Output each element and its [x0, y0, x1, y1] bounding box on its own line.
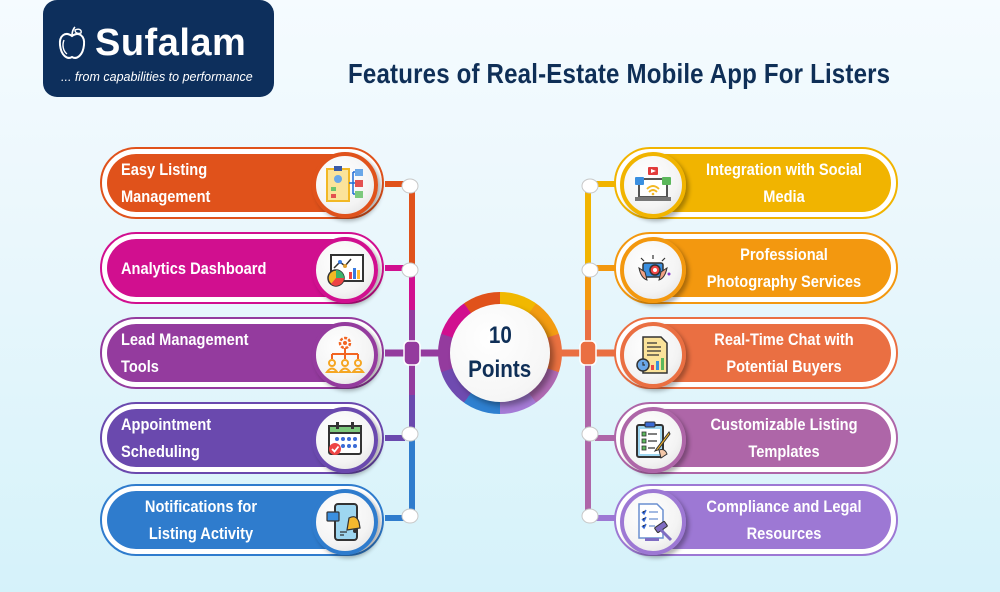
legal-document-gavel-icon — [638, 503, 673, 542]
feature-label: Customizable Listing Templates — [710, 415, 858, 461]
points-label: Points — [468, 356, 532, 383]
right-junction — [579, 340, 597, 366]
feature-label: Easy Listing Management — [121, 160, 211, 206]
camera-photography-icon — [638, 255, 671, 281]
feature-label: Appointment Scheduling — [121, 415, 212, 461]
feature-icon-circle — [312, 489, 378, 555]
feature-pill-integration-with-social-media: Integration with Social Media — [614, 147, 898, 219]
feature-icon-circle — [620, 152, 686, 218]
feature-pill-compliance-and-legal-resources: Compliance and Legal Resources — [614, 484, 898, 556]
feature-icon-circle — [312, 237, 378, 303]
feature-pill-analytics-dashboard: Analytics Dashboard — [100, 232, 384, 304]
feature-icon-circle — [620, 322, 686, 388]
calendar-icon — [328, 422, 362, 455]
center-core: 10 Points — [450, 304, 550, 402]
feature-label: Analytics Dashboard — [121, 258, 267, 278]
points-count: 10 — [488, 322, 512, 349]
feature-pill-real-time-chat-with-potential-buyers: Real-Time Chat with Potential Buyers — [614, 317, 898, 389]
left-junction — [403, 340, 421, 366]
feature-label: Notifications for Listing Activity — [144, 497, 258, 543]
clipboard-checklist-icon — [636, 421, 671, 459]
feature-pill-customizable-listing-templates: Customizable Listing Templates — [614, 402, 898, 474]
feature-icon-circle — [620, 489, 686, 555]
feature-pill-appointment-scheduling: Appointment Scheduling — [100, 402, 384, 474]
lead-management-icon — [325, 336, 365, 373]
feature-label: Compliance and Legal Resources — [706, 497, 862, 543]
social-media-laptop-icon — [635, 167, 671, 201]
feature-pill-notifications-for-listing-activity: Notifications for Listing Activity — [100, 484, 384, 556]
feature-icon-circle — [312, 322, 378, 388]
feature-label: Real-Time Chat with Potential Buyers — [714, 330, 854, 376]
listing-management-icon — [326, 166, 363, 202]
feature-label: Integration with Social Media — [706, 160, 862, 206]
analytics-dashboard-icon — [327, 254, 364, 287]
center-points-badge: 10 Points — [438, 292, 562, 414]
feature-pill-lead-management-tools: Lead Management Tools — [100, 317, 384, 389]
feature-label: Professional Photography Services — [706, 245, 862, 291]
feature-icon-circle — [312, 407, 378, 473]
feature-icon-circle — [620, 407, 686, 473]
feature-icon-circle — [620, 237, 686, 303]
feature-icon-circle — [312, 152, 378, 218]
feature-label: Lead Management Tools — [121, 330, 249, 376]
feature-pill-easy-listing-management: Easy Listing Management — [100, 147, 384, 219]
chat-document-icon — [636, 336, 668, 374]
mobile-notification-icon — [326, 503, 361, 541]
feature-pill-professional-photography-services: Professional Photography Services — [614, 232, 898, 304]
